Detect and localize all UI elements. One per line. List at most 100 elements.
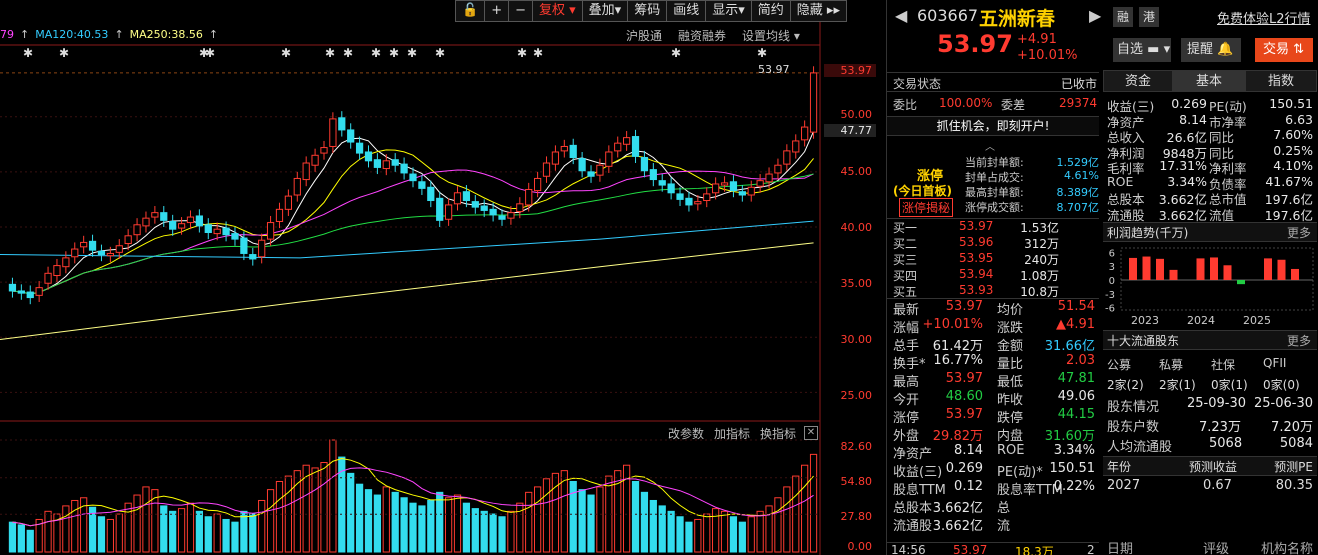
volume-bar xyxy=(658,505,666,553)
candle-body xyxy=(338,117,346,131)
tab-index[interactable]: 指数 xyxy=(1245,70,1317,92)
candle-body xyxy=(542,162,551,177)
switch-indicator-link[interactable]: 换指标 xyxy=(760,425,796,442)
candle-body xyxy=(569,144,577,158)
arrow-up-icon: ↑ xyxy=(114,28,124,41)
toolbar-simple-button[interactable]: 简约 xyxy=(751,0,791,22)
trade-status-value: 已收市 xyxy=(1060,77,1097,91)
holders-title: 十大流通股东 xyxy=(1107,334,1180,348)
quote-value: 0.269 xyxy=(945,461,983,476)
bid-level-label: 买三 xyxy=(893,253,918,267)
quote-value: 0.22% xyxy=(1053,479,1095,494)
zoom-in-icon[interactable]: + xyxy=(485,0,510,22)
quote-value: 2.03 xyxy=(1066,353,1095,368)
watchlist-label: 自选 xyxy=(1117,42,1144,57)
volume-bar xyxy=(578,489,586,553)
volume-axis-label: 54.80 xyxy=(840,475,873,488)
collapse-icon[interactable]: ︿ xyxy=(985,138,995,153)
open-account-banner[interactable]: 抓住机会，即刻开户! xyxy=(887,116,1099,136)
quote-row: 净资产 8.14 ROE 3.34% xyxy=(887,443,1099,462)
lock-icon[interactable]: 🔓 xyxy=(455,0,486,22)
next-stock-icon[interactable]: ▶ xyxy=(1089,6,1101,25)
volume-axis-label: 27.80 xyxy=(840,510,873,523)
chart-toolbar: 🔓 + − 复权 ▾ 叠加▾ 筹码 画线 显示▾ 简约 隐藏 ▸▸ xyxy=(455,0,847,24)
hk-connect-link[interactable]: 沪股通 xyxy=(626,27,662,44)
price-change: +4.91 xyxy=(1017,32,1057,47)
tick-price: 53.97 xyxy=(953,543,988,555)
free-l2-link[interactable]: 免费体验L2行情 xyxy=(1217,8,1311,27)
kline-chart-canvas[interactable]: ✱ ✱ ✱✱ ✱ ✱ ✱ ✱ ✱ ✱ ✱ ✱ ✱ ✱ ✱ xyxy=(0,0,880,555)
volume-bar xyxy=(115,513,123,553)
volume-bar xyxy=(542,478,551,553)
volume-bar xyxy=(765,505,773,553)
volume-bar xyxy=(391,491,399,553)
quote-value: 31.60万 xyxy=(1044,429,1095,444)
toolbar-adjust-button[interactable]: 复权 ▾ xyxy=(533,0,583,22)
tab-basic[interactable]: 基本 xyxy=(1173,70,1245,92)
margin-link[interactable]: 融资融券 xyxy=(678,27,726,44)
event-marker-icon: ✱ xyxy=(389,46,399,60)
bid-volume: 312万 xyxy=(1024,237,1059,251)
tab-capital[interactable]: 资金 xyxy=(1103,70,1173,92)
quote-label: 内盘 xyxy=(997,429,1024,444)
ma-settings-link[interactable]: 设置均线 ▾ xyxy=(742,27,800,44)
holders-row-label: 股东情况 xyxy=(1107,400,1160,415)
forecast-col-eps: 预测收益 xyxy=(1189,460,1238,474)
candle-body xyxy=(151,212,159,218)
volume-bar xyxy=(676,516,684,553)
candle-body xyxy=(364,151,373,162)
candle-body xyxy=(275,208,284,222)
edit-params-link[interactable]: 改参数 xyxy=(668,425,704,442)
holders-header: 十大流通股东 更多 xyxy=(1103,330,1317,350)
profit-bar xyxy=(1223,265,1232,280)
kline-chart-panel[interactable]: ✱ ✱ ✱ ✱ ✱ ✱ ✱ ✱ ✱ ✱ ✱ ✱ ✱ ✱ ✱ 🔓 + − 复权 ▾ 叠加▾ 筹码 画线 显示▾… xyxy=(0,0,880,555)
volume-bar xyxy=(534,486,542,553)
margin-tag[interactable]: 融 xyxy=(1113,7,1133,27)
volume-bar xyxy=(222,518,230,553)
profit-trend-chart: 6 3 0 -3 -6 2023 2024 2025 xyxy=(1105,247,1314,327)
volume-bar xyxy=(311,467,319,553)
volume-bar xyxy=(703,513,711,553)
fund-value: 4.10% xyxy=(1273,158,1313,173)
trade-button[interactable]: 交易 ⇅ xyxy=(1255,38,1313,62)
toolbar-hide-button[interactable]: 隐藏 ▸▸ xyxy=(790,0,847,22)
toolbar-chips-button[interactable]: 筹码 xyxy=(628,0,668,22)
holders-more-link[interactable]: 更多 xyxy=(1287,331,1311,351)
volume-bar xyxy=(240,510,248,553)
quote-row: 涨停 53.97 跌停 44.15 xyxy=(887,407,1099,426)
volume-bar xyxy=(186,502,195,553)
watchlist-button[interactable]: 自选 ▬ ▾ xyxy=(1113,38,1171,62)
close-icon[interactable]: ✕ xyxy=(804,426,818,440)
fund-value: 41.67% xyxy=(1265,173,1313,189)
price-axis-label: 40.00 xyxy=(840,221,873,234)
volume-bar xyxy=(177,508,186,553)
toolbar-draw-button[interactable]: 画线 xyxy=(667,0,707,22)
limit-up-stats: 当前封单额: 1.529亿 封单占成交: 4.61% 最高封单额: 8.389亿 涨停… xyxy=(965,154,1099,214)
candle-body xyxy=(801,126,809,141)
limit-up-reveal-button[interactable]: 涨停揭秘 xyxy=(899,198,954,217)
volume-bar xyxy=(747,516,755,553)
bid-volume: 1.08万 xyxy=(1020,269,1059,283)
candle-body xyxy=(177,223,186,229)
high-price-marker: 53.97 xyxy=(758,63,790,76)
volume-bar xyxy=(436,491,444,553)
toolbar-overlay-button[interactable]: 叠加▾ xyxy=(582,0,629,22)
quote-label: 外盘 xyxy=(893,429,920,444)
prev-stock-icon[interactable]: ◀ xyxy=(895,6,907,25)
hk-tag[interactable]: 港 xyxy=(1139,7,1159,27)
bid-volume: 240万 xyxy=(1024,253,1059,267)
zoom-out-icon[interactable]: − xyxy=(509,0,533,22)
add-indicator-link[interactable]: 加指标 xyxy=(714,425,750,442)
volume-bar xyxy=(667,510,675,553)
remind-button[interactable]: 提醒 🔔 xyxy=(1181,38,1241,62)
volume-bar xyxy=(355,483,364,553)
candle-body xyxy=(133,224,141,236)
profit-more-link[interactable]: 更多 xyxy=(1287,223,1311,243)
profit-year-label: 2025 xyxy=(1243,314,1271,327)
quote-grid: 最新 53.97 均价 51.54 涨幅 +10.01% 涨跌 ▲4.91 总手 61.42万 金额… xyxy=(887,298,1099,534)
profit-bar xyxy=(1237,280,1245,285)
toolbar-display-button[interactable]: 显示▾ xyxy=(706,0,752,22)
candle-body xyxy=(293,177,301,196)
forecast-header: 年份 预测收益 预测PE xyxy=(1103,456,1317,476)
candle-body xyxy=(427,186,435,202)
